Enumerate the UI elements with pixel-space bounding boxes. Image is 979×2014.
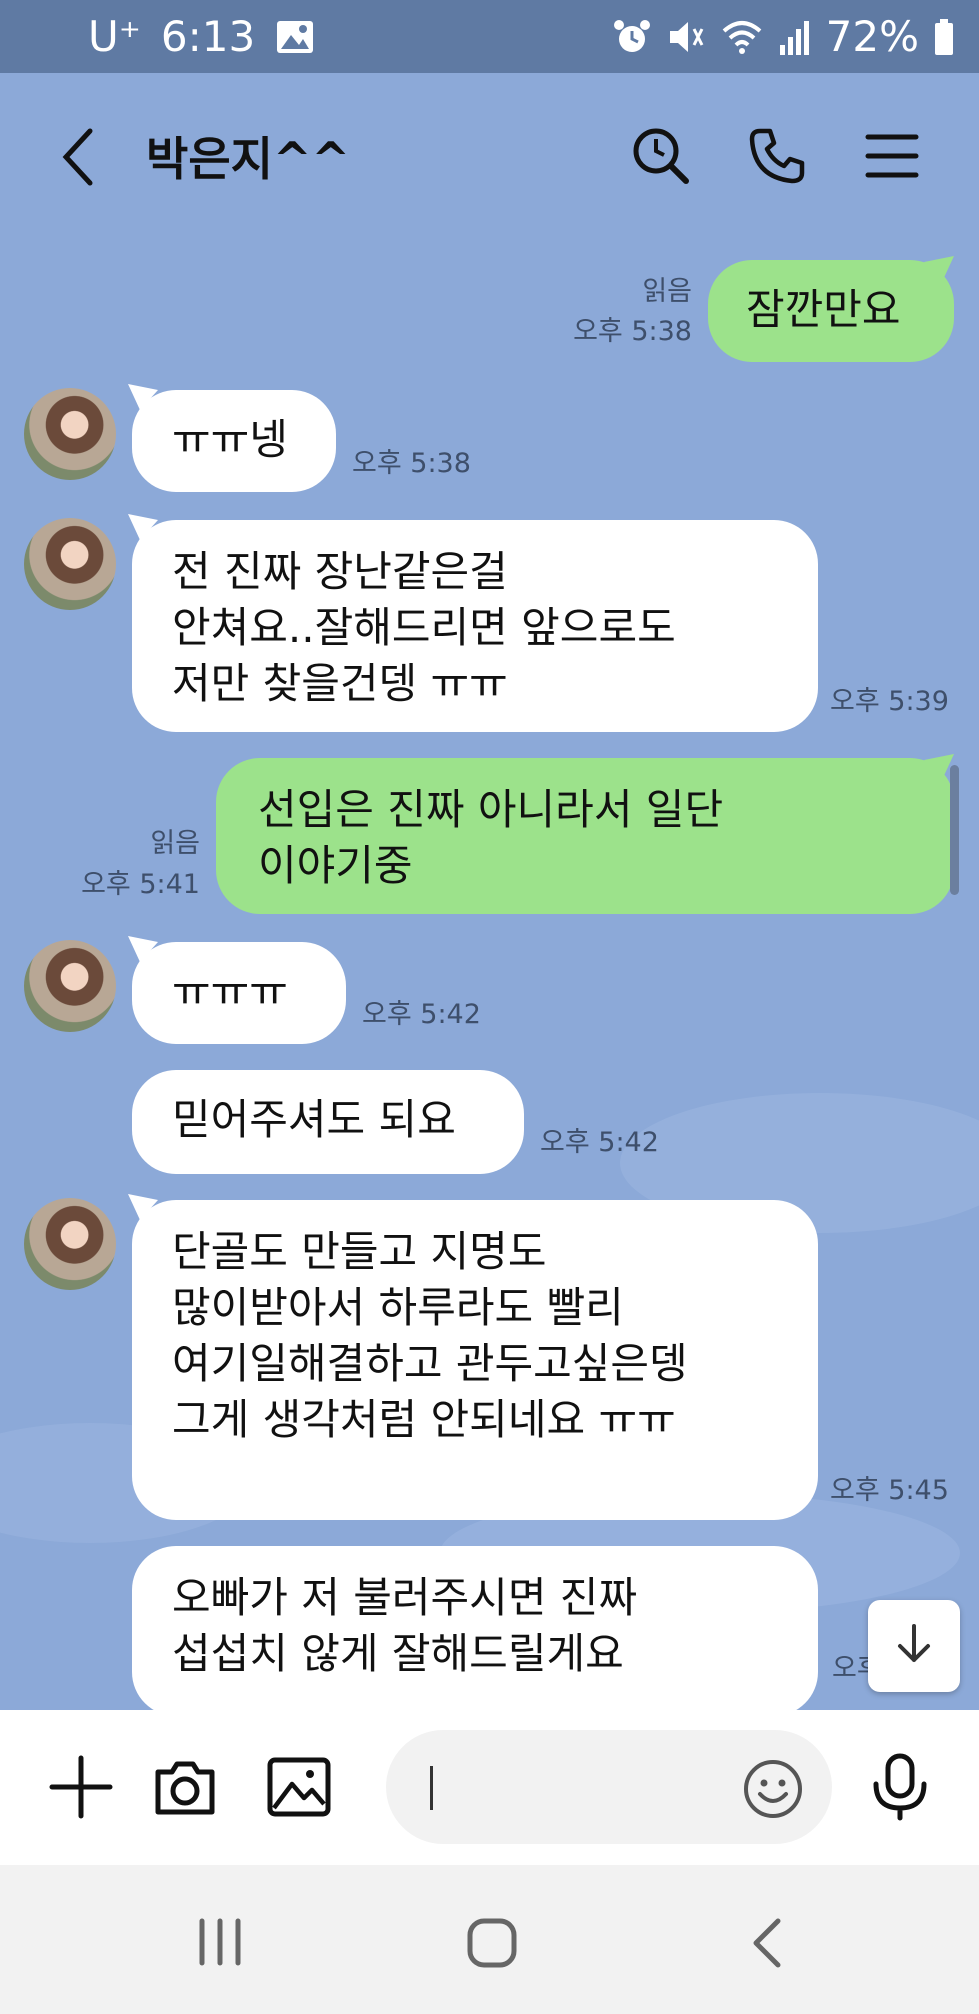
arrow-down-icon: [890, 1620, 938, 1672]
plus-icon[interactable]: [46, 1752, 116, 1826]
emoji-icon[interactable]: [742, 1758, 804, 1824]
battery-percent: 72%: [825, 12, 919, 61]
home-icon[interactable]: [466, 1917, 518, 1973]
recent-apps-icon[interactable]: [196, 1917, 244, 1971]
chat-clip: 오빠가 저 불러주시면 진짜 섭섭치 않게 잘해드릴게요 오후: [0, 73, 979, 1710]
incoming-message[interactable]: 오빠가 저 불러주시면 진짜 섭섭치 않게 잘해드릴게요: [132, 1546, 818, 1710]
alarm-icon: [612, 17, 652, 57]
signal-icon: [778, 17, 812, 57]
camera-icon[interactable]: [150, 1752, 220, 1826]
image-icon[interactable]: [264, 1752, 334, 1826]
message-input[interactable]: [386, 1730, 832, 1844]
clock: 6:13: [160, 12, 256, 61]
battery-icon: [933, 17, 955, 57]
status-bar: U⁺ 6:13 72%: [0, 0, 979, 73]
carrier-label: U⁺: [88, 12, 141, 61]
mute-icon: [666, 17, 706, 57]
back-icon[interactable]: [750, 1917, 784, 1973]
message-input-bar: [0, 1710, 979, 1865]
microphone-icon[interactable]: [868, 1752, 932, 1826]
text-caret: [430, 1766, 433, 1810]
system-navigation-bar: [0, 1865, 979, 2014]
scroll-to-bottom-button[interactable]: [868, 1600, 960, 1692]
image-notification-icon: [275, 19, 315, 55]
wifi-icon: [720, 17, 764, 57]
